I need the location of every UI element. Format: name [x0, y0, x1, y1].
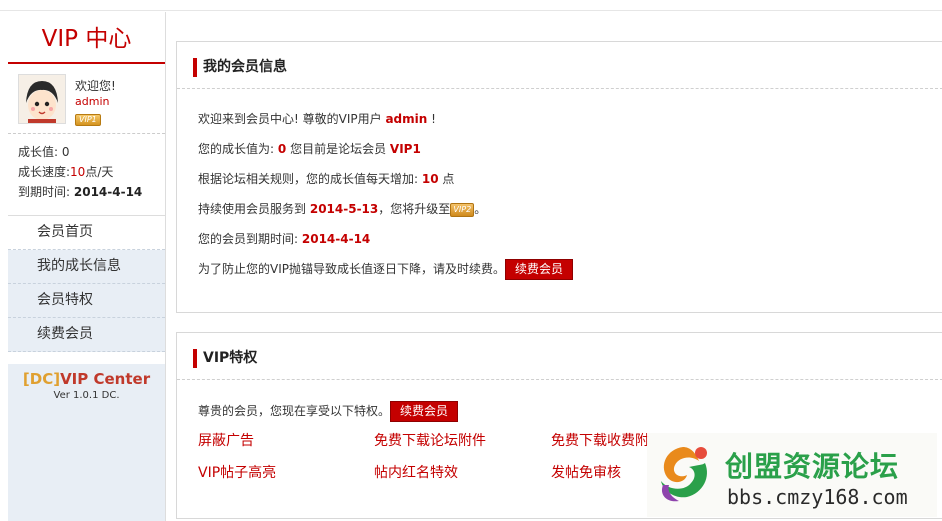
- privileges-intro-text: 尊贵的会员，您现在享受以下特权。: [198, 404, 391, 418]
- speed-value: 10: [70, 165, 86, 179]
- privilege-no-ads[interactable]: 屏蔽广告: [198, 430, 254, 450]
- watermark-name: 创盟资源论坛: [725, 450, 900, 483]
- member-info-header: 我的会员信息: [177, 42, 942, 89]
- vip-privileges-title: VIP特权: [203, 350, 258, 366]
- header-accent-bar: [193, 58, 197, 77]
- renew-button[interactable]: 续费会员: [505, 259, 574, 280]
- privilege-no-review[interactable]: 发帖免审核: [551, 462, 621, 482]
- speed-label: 成长速度:: [18, 165, 71, 179]
- speed-row: 成长速度:10点/天: [18, 162, 165, 182]
- user-info: 欢迎您! admin VIP1: [75, 78, 116, 126]
- privilege-free-paid-attachments[interactable]: 免费下载收费附: [551, 430, 649, 450]
- renew-reminder-line: 为了防止您的VIP抛锚导致成长值逐日下降，请及时续费。 续费会员: [198, 254, 574, 284]
- welcome-text: 欢迎您!: [75, 79, 116, 93]
- brand-name: VIP Center: [60, 370, 151, 388]
- expiry-line-date: 2014-4-14: [301, 232, 371, 246]
- version-text: Ver 1.0.1 DC.: [53, 390, 120, 401]
- growth-line: 您的成长值为: 0 您目前是论坛会员 VIP1: [198, 134, 573, 164]
- daily-increase-value: 10: [421, 172, 439, 186]
- watermark: 创盟资源论坛 bbs.cmzy168.com: [647, 433, 937, 517]
- daily-increase-unit: 点: [442, 172, 455, 186]
- brand-dc: [DC]: [22, 370, 61, 388]
- expiry-line: 您的会员到期时间: 2014-4-14: [198, 224, 573, 254]
- privilege-red-name[interactable]: 帖内红名特效: [374, 462, 458, 482]
- upgrade-line-mid: ，您将升级至: [378, 202, 451, 216]
- member-info-lines: 欢迎来到会员中心! 尊敬的VIP用户 admin ! 您的成长值为: 0 您目前…: [198, 104, 574, 284]
- daily-increase-line: 根据论坛相关规则，您的成长值每天增加: 10 点: [198, 164, 573, 194]
- growth-label: 成长值:: [18, 145, 59, 159]
- avatar-cartoon-icon: [19, 75, 65, 123]
- renew-button-2[interactable]: 续费会员: [390, 401, 459, 422]
- sidebar-menu: 会员首页 我的成长信息 会员特权 续费会员: [8, 216, 165, 352]
- upgrade-line-end: 。: [474, 202, 487, 216]
- privilege-free-attachments[interactable]: 免费下载论坛附件: [374, 430, 486, 450]
- vip-privileges-header: VIP特权: [177, 333, 942, 380]
- upgrade-line-text: 持续使用会员服务到: [198, 202, 307, 216]
- menu-item-home[interactable]: 会员首页: [8, 216, 165, 250]
- growth-line-text: 您的成长值为:: [198, 142, 275, 156]
- stats-box: 成长值: 0 成长速度:10点/天 到期时间: 2014-4-14: [8, 134, 165, 216]
- swirl-logo-icon: [661, 447, 707, 502]
- expiry-label: 到期时间:: [18, 185, 71, 199]
- growth-row: 成长值: 0: [18, 142, 165, 162]
- growth-line-value: 0: [277, 142, 287, 156]
- renew-reminder-text: 为了防止您的VIP抛锚导致成长值逐日下降，请及时续费。: [198, 262, 505, 276]
- welcome-line: 欢迎来到会员中心! 尊敬的VIP用户 admin !: [198, 104, 573, 134]
- upgrade-line: 持续使用会员服务到 2014-5-13，您将升级至 VIP2。: [198, 194, 573, 224]
- current-level: VIP1: [389, 142, 421, 156]
- header-accent-bar: [193, 349, 197, 368]
- expiry-value: 2014-4-14: [73, 185, 143, 199]
- member-info-panel: 我的会员信息 欢迎来到会员中心! 尊敬的VIP用户 admin ! 您的成长值为…: [176, 41, 942, 313]
- welcome-line-text: 欢迎来到会员中心! 尊敬的VIP用户: [198, 112, 382, 126]
- brand-block: [DC]VIP Center Ver 1.0.1 DC.: [8, 370, 165, 401]
- user-box: 欢迎您! admin VIP1: [8, 64, 165, 134]
- privileges-intro: 尊贵的会员，您现在享受以下特权。 续费会员: [198, 401, 459, 422]
- privilege-post-highlight[interactable]: VIP帖子高亮: [198, 462, 276, 482]
- menu-item-renew[interactable]: 续费会员: [8, 318, 165, 352]
- growth-value: 0: [61, 145, 70, 159]
- vip-center-title: VIP 中心: [8, 12, 165, 64]
- member-info-title: 我的会员信息: [203, 59, 287, 75]
- expiry-row: 到期时间: 2014-4-14: [18, 182, 165, 202]
- menu-item-growth[interactable]: 我的成长信息: [8, 250, 165, 284]
- sidebar: VIP 中心 欢迎您! admin VIP1 成长值: 0 成长速度:10点/天…: [8, 12, 166, 521]
- vip2-badge-icon: VIP2: [450, 202, 475, 217]
- top-strip: [0, 0, 942, 11]
- welcome-username: admin: [385, 112, 428, 126]
- vip-level-badge: VIP1: [75, 114, 101, 126]
- avatar[interactable]: [18, 74, 66, 124]
- username-link[interactable]: admin: [75, 94, 116, 110]
- welcome-line-end: !: [431, 112, 436, 126]
- expiry-line-text: 您的会员到期时间:: [198, 232, 299, 246]
- watermark-url: bbs.cmzy168.com: [727, 485, 908, 509]
- speed-unit: 点/天: [85, 165, 114, 179]
- menu-item-privileges[interactable]: 会员特权: [8, 284, 165, 318]
- daily-increase-text: 根据论坛相关规则，您的成长值每天增加:: [198, 172, 419, 186]
- upgrade-date: 2014-5-13: [309, 202, 379, 216]
- growth-line-mid: 您目前是论坛会员: [290, 142, 387, 156]
